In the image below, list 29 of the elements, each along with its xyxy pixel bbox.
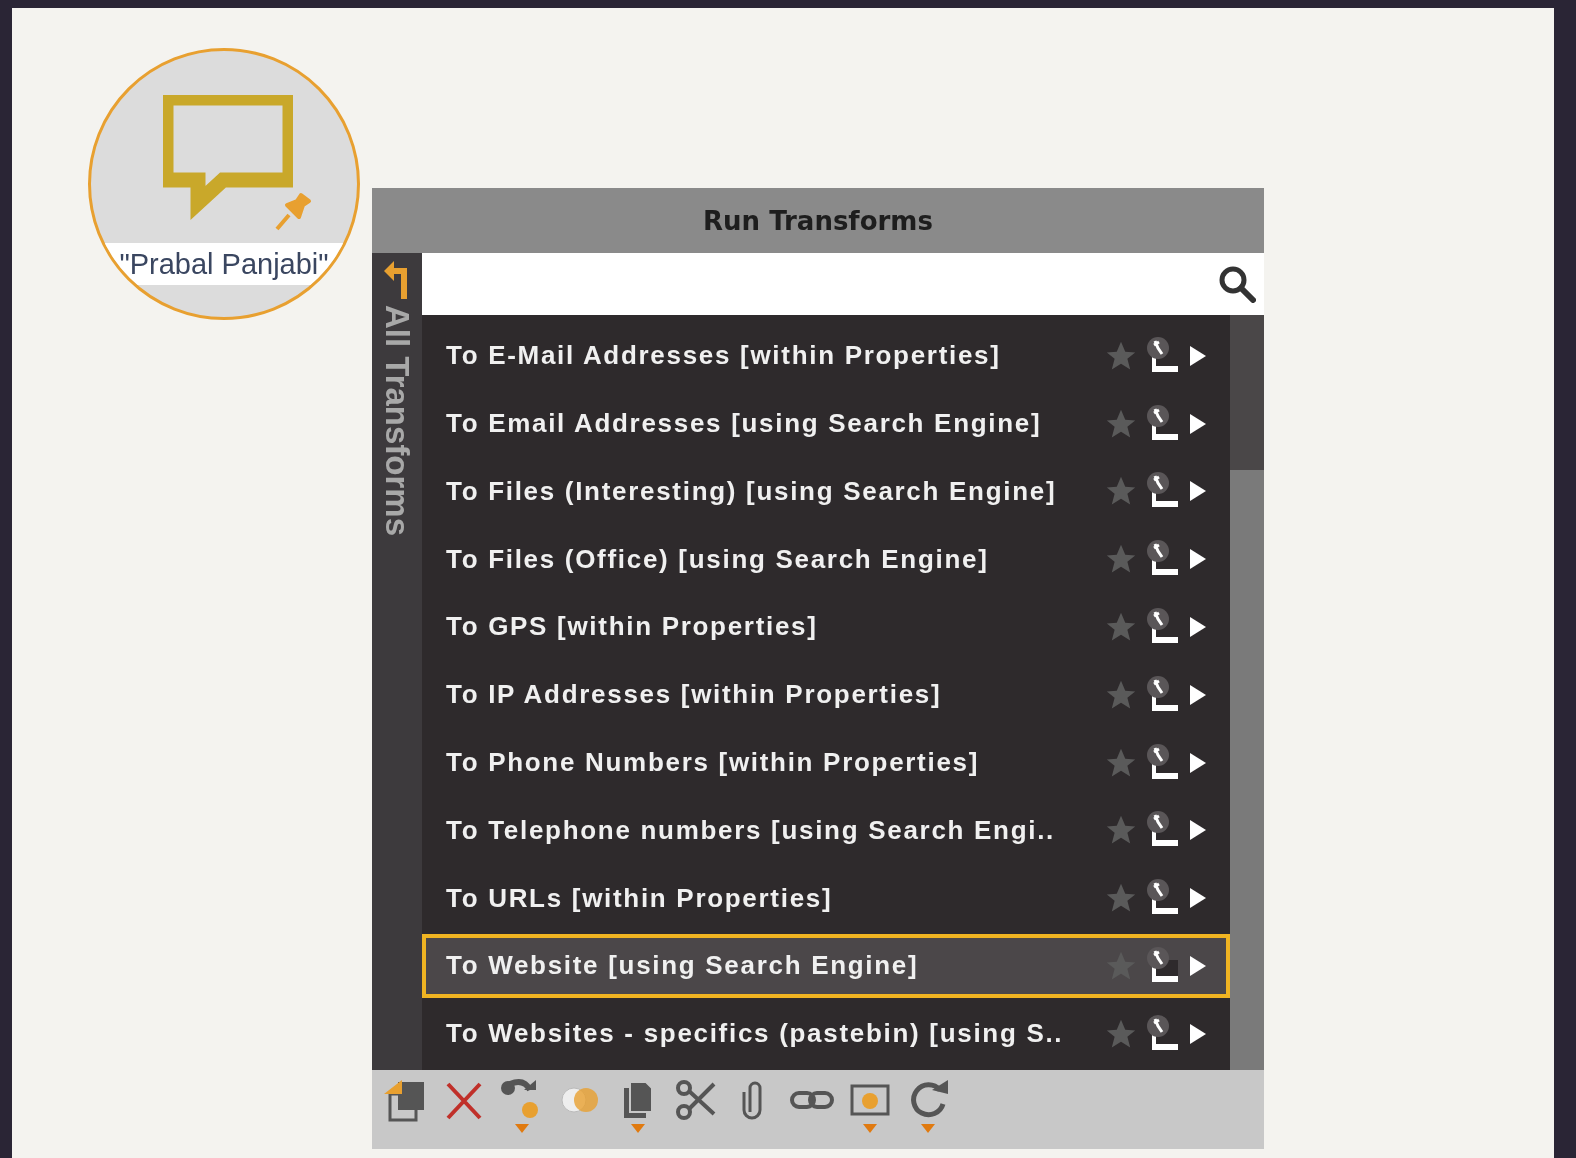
play-icon[interactable] <box>1188 886 1208 911</box>
play-icon[interactable] <box>1188 682 1208 707</box>
transform-item[interactable]: To Phone Numbers [within Properties] <box>422 730 1230 795</box>
transform-item[interactable]: To URLs [within Properties] <box>422 866 1230 931</box>
play-icon[interactable] <box>1188 479 1208 504</box>
panel-title: Run Transforms <box>703 205 933 236</box>
play-icon[interactable] <box>1188 750 1208 775</box>
entity-node[interactable]: "Prabal Panjabi" <box>88 48 360 320</box>
play-icon[interactable] <box>1188 343 1208 368</box>
scrollbar-thumb[interactable] <box>1230 315 1264 470</box>
transform-item[interactable]: To IP Addresses [within Properties] <box>422 662 1230 727</box>
pin-icon <box>273 191 313 231</box>
transform-item[interactable]: To Websites - specifics (pastebin) [using S.. <box>422 1001 1230 1066</box>
transform-item[interactable]: To Website [using Search Engine] <box>422 933 1230 998</box>
transform-item[interactable]: To Telephone numbers [using Search Engi.. <box>422 798 1230 863</box>
search-icon[interactable] <box>1218 265 1256 303</box>
play-icon[interactable] <box>1188 547 1208 572</box>
transform-item[interactable]: To Email Addresses [using Search Engine] <box>422 391 1230 456</box>
transform-item[interactable]: To Files (Interesting) [using Search Engine] <box>422 459 1230 524</box>
play-icon[interactable] <box>1188 953 1208 978</box>
play-icon[interactable] <box>1188 615 1208 639</box>
play-icon[interactable] <box>1188 818 1208 843</box>
transform-item[interactable]: To E-Mail Addresses [within Properties] <box>422 323 1230 388</box>
play-icon[interactable] <box>1188 411 1208 436</box>
search-field[interactable] <box>422 253 1264 315</box>
scrollbar[interactable] <box>1230 315 1264 1070</box>
transform-item[interactable]: To GPS [within Properties] <box>422 595 1230 659</box>
play-icon[interactable] <box>1188 1021 1208 1046</box>
transform-item[interactable]: To Files (Office) [using Search Engine] <box>422 527 1230 592</box>
